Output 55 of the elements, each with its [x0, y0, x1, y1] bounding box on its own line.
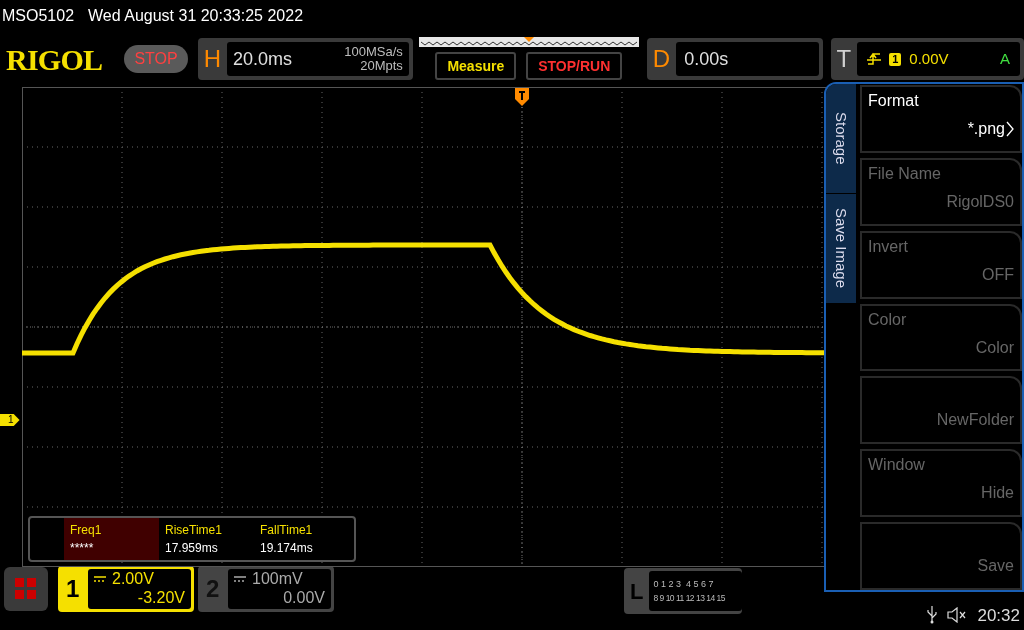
- trigger-source-badge: 1: [889, 52, 902, 66]
- delay-value: 0.00s: [684, 47, 729, 71]
- brand-logo: RIGOL: [6, 41, 104, 78]
- menu-item-value: NewFolder: [936, 410, 1014, 431]
- trigger-label: T: [836, 44, 852, 74]
- trigger-level: 0.00V: [909, 48, 950, 69]
- menu-item-label: Color: [868, 309, 908, 330]
- menu-item-value: Hide: [981, 483, 1014, 504]
- stop-run-button[interactable]: STOP/RUN: [526, 52, 623, 80]
- dc-coupling-icon: [234, 575, 246, 582]
- menu-item-label: Window: [868, 455, 926, 476]
- logic-channels-low: 0 1 2 3 4 5 6 7: [653, 578, 715, 591]
- menu-item-value: Save: [977, 556, 1014, 577]
- menu-item-value: Color: [975, 337, 1014, 358]
- channel-offset: -3.20V: [137, 588, 185, 607]
- clock-time: 20:32: [977, 604, 1020, 627]
- channel-offset: 0.00V: [283, 588, 325, 607]
- date-time: Wed August 31 20:33:25 2022: [88, 6, 304, 26]
- dc-coupling-icon: [94, 575, 106, 582]
- horizontal-label: H: [203, 44, 222, 74]
- grid-menu-icon: [15, 578, 37, 600]
- delay-panel[interactable]: D 0.00s: [646, 38, 823, 80]
- menu-item-value: RigolDS0: [946, 191, 1014, 212]
- memory-depth: 20Mpts: [360, 59, 403, 73]
- channel-number: 1: [66, 574, 81, 604]
- usb-icon: [927, 606, 938, 625]
- timebase-value: 20.0ms: [233, 47, 293, 71]
- trigger-panel[interactable]: T 1 0.00V A: [830, 38, 1024, 80]
- sample-rate: 100MSa/s: [344, 45, 403, 59]
- measurement-cell[interactable]: Freq1 *****: [64, 518, 159, 560]
- menu-button[interactable]: [4, 567, 48, 611]
- menu-item-label: Format: [868, 91, 920, 111]
- chevron-right-icon: [1006, 121, 1014, 137]
- menu-tab[interactable]: Save Image: [826, 194, 856, 304]
- horizontal-panel[interactable]: H 20.0ms 100MSa/s 20Mpts: [197, 38, 413, 80]
- menu-item-value: OFF: [982, 264, 1014, 285]
- logic-channels-high: 8 9 10 11 12 13 14 15: [653, 592, 727, 605]
- logic-panel[interactable]: L 0 1 2 3 4 5 6 7 8 9 10 11 12 13 14 15: [624, 568, 742, 614]
- channel-scale: 2.00V: [112, 569, 154, 588]
- menu-item[interactable]: Format *.png: [860, 85, 1022, 153]
- delay-label: D: [652, 44, 671, 74]
- logic-label: L: [630, 577, 644, 606]
- channel-scale: 100mV: [252, 569, 303, 588]
- trigger-mode: A: [1000, 48, 1010, 69]
- menu-item-value: *.png: [967, 119, 1005, 139]
- rising-edge-icon: [867, 52, 882, 66]
- menu-tab[interactable]: Storage: [826, 84, 856, 194]
- speaker-muted-icon: [947, 607, 968, 624]
- model-name: MSO5102: [2, 6, 75, 26]
- menu-item-label: Invert: [868, 236, 909, 257]
- channel-marker[interactable]: 1: [0, 414, 20, 426]
- measure-button[interactable]: Measure: [435, 52, 517, 80]
- channel-button[interactable]: 1 2.00V -3.20V: [58, 566, 194, 612]
- menu-item-label: File Name: [868, 163, 942, 184]
- trigger-position-marker-icon: [515, 88, 529, 106]
